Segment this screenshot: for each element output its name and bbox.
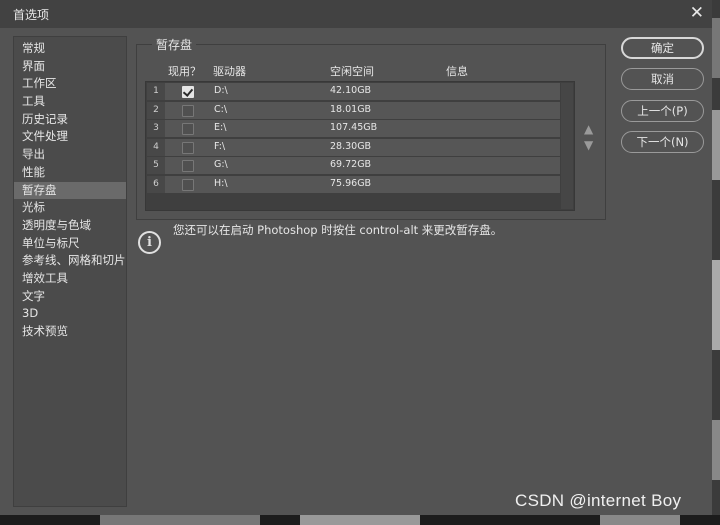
row-number: 4 xyxy=(147,138,165,156)
nav-item[interactable]: 透明度与色域 xyxy=(14,217,126,235)
row-number: 3 xyxy=(147,120,165,138)
table-row[interactable]: 2 C:\ 18.01GB xyxy=(147,101,560,120)
table-row[interactable]: 6 H:\ 75.96GB xyxy=(147,176,560,194)
group-title: 暂存盘 xyxy=(152,36,197,53)
drive-cell: G:\ xyxy=(214,159,228,171)
column-header-active: 现用？ xyxy=(168,65,201,78)
move-down-arrow-icon[interactable]: ▼ xyxy=(584,138,593,152)
nav-item[interactable]: 历史记录 xyxy=(14,111,126,129)
category-items: 常规 界面 工作区 工具 历史记录 文件处理 导出 性能 暂存盘 光标 透明度与色域 单位与标尺 参考线… xyxy=(14,37,126,341)
nav-item[interactable]: 性能 xyxy=(14,164,126,182)
table-scrollbar[interactable] xyxy=(561,83,573,209)
nav-item[interactable]: 工具 xyxy=(14,93,126,111)
nav-item[interactable]: 3D xyxy=(14,305,126,323)
nav-item[interactable]: 界面 xyxy=(14,58,126,76)
table-row[interactable]: 4 F:\ 28.30GB xyxy=(147,138,560,157)
free-space-cell: 42.10GB xyxy=(330,85,372,96)
row-number: 5 xyxy=(147,157,165,175)
nav-item[interactable]: 暂存盘 xyxy=(14,181,126,200)
title-bar: 首选项 ✕ xyxy=(0,0,712,28)
info-icon: i xyxy=(138,231,161,254)
next-button[interactable]: 下一个(N) xyxy=(621,131,704,153)
free-space-cell: 107.45GB xyxy=(330,122,378,134)
ok-button[interactable]: 确定 xyxy=(621,37,704,59)
nav-item[interactable]: 增效工具 xyxy=(14,270,126,288)
active-checkbox[interactable] xyxy=(182,123,194,136)
nav-item[interactable]: 常规 xyxy=(14,40,126,58)
nav-item[interactable]: 文件处理 xyxy=(14,128,126,146)
nav-item[interactable]: 工作区 xyxy=(14,75,126,93)
info-text: 您还可以在启动 Photoshop 时按住 control-alt 来更改暂存盘… xyxy=(173,223,503,237)
nav-item[interactable]: 单位与标尺 xyxy=(14,235,126,253)
scratch-disk-table: 1 D:\ 42.10GB 2 C:\ 18.01GB 3 E:\ 107.45GB 4 F:\ 28… xyxy=(145,81,575,211)
drive-cell: F:\ xyxy=(214,140,226,152)
column-header-info: 信息 xyxy=(446,65,468,78)
nav-item[interactable]: 文字 xyxy=(14,288,126,306)
active-checkbox[interactable] xyxy=(182,104,194,117)
background-bottom-strip xyxy=(0,515,720,525)
drive-cell: E:\ xyxy=(214,122,227,134)
free-space-cell: 75.96GB xyxy=(330,178,372,189)
row-number: 6 xyxy=(147,176,165,193)
row-number: 1 xyxy=(147,83,165,100)
table-row[interactable]: 1 D:\ 42.10GB xyxy=(147,83,560,101)
drive-cell: C:\ xyxy=(214,103,228,115)
table-row[interactable]: 5 G:\ 69.72GB xyxy=(147,157,560,176)
preferences-dialog: 首选项 ✕ 常规 界面 工作区 工具 历史记录 文件处理 导出 性能 暂存盘 光标 透明度与色域 单位… xyxy=(0,0,712,515)
table-row[interactable]: 3 E:\ 107.45GB xyxy=(147,120,560,139)
active-checkbox[interactable] xyxy=(182,160,194,173)
previous-button[interactable]: 上一个(P) xyxy=(621,100,704,122)
window-title: 首选项 xyxy=(13,8,50,22)
cancel-button[interactable]: 取消 xyxy=(621,68,704,90)
close-icon[interactable]: ✕ xyxy=(690,3,704,23)
nav-item[interactable]: 技术预览 xyxy=(14,323,126,341)
free-space-cell: 28.30GB xyxy=(330,140,372,152)
active-checkbox[interactable] xyxy=(182,141,194,154)
free-space-cell: 69.72GB xyxy=(330,159,372,171)
nav-item[interactable]: 光标 xyxy=(14,199,126,217)
free-space-cell: 18.01GB xyxy=(330,103,372,115)
nav-item[interactable]: 参考线、网格和切片 xyxy=(14,252,126,270)
column-header-free-space: 空闲空间 xyxy=(330,65,374,78)
category-list: 常规 界面 工作区 工具 历史记录 文件处理 导出 性能 暂存盘 光标 透明度与色域 单位与标尺 参考线… xyxy=(13,36,127,507)
move-up-arrow-icon[interactable]: ▲ xyxy=(584,122,593,136)
column-header-drive: 驱动器 xyxy=(213,65,246,78)
row-number: 2 xyxy=(147,101,165,119)
background-right-strip xyxy=(712,0,720,525)
active-checkbox[interactable] xyxy=(182,179,194,191)
active-checkbox[interactable] xyxy=(182,86,194,98)
nav-item[interactable]: 导出 xyxy=(14,146,126,164)
watermark: CSDN @internet Boy xyxy=(515,491,682,510)
drive-cell: H:\ xyxy=(214,178,228,189)
drive-cell: D:\ xyxy=(214,85,228,96)
